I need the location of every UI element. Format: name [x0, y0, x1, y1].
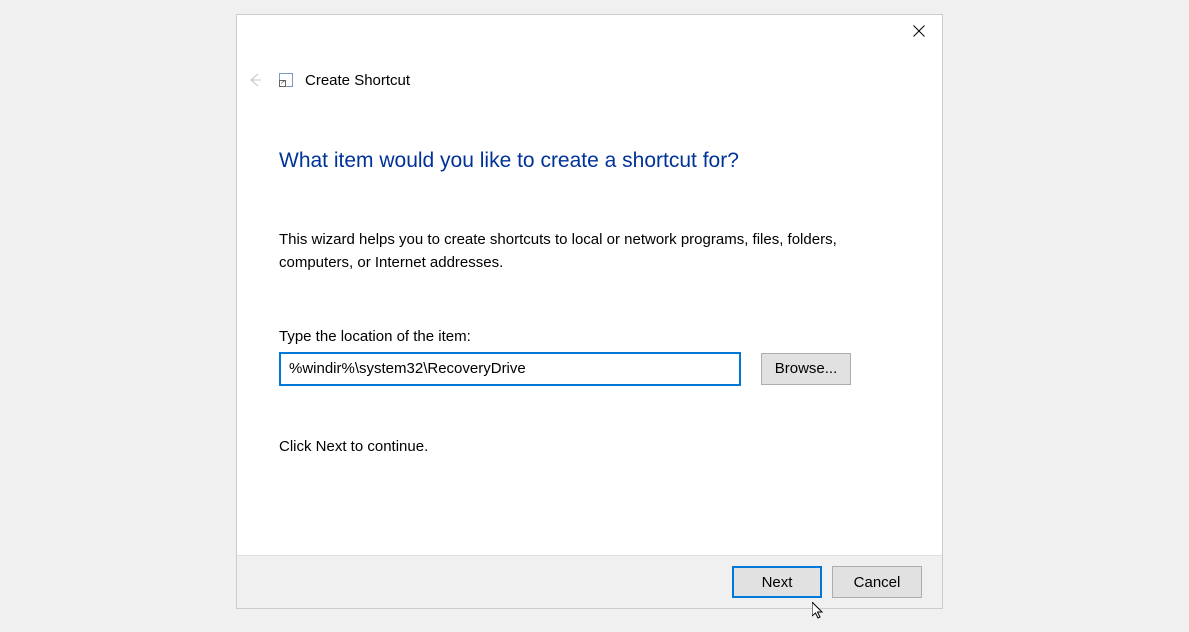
- cancel-button[interactable]: Cancel: [832, 566, 922, 598]
- continue-instruction: Click Next to continue.: [279, 438, 900, 455]
- header-row: ↗ Create Shortcut: [237, 53, 942, 89]
- close-icon: [913, 25, 925, 37]
- next-button[interactable]: Next: [732, 566, 822, 598]
- shortcut-icon: ↗: [277, 71, 295, 89]
- location-label: Type the location of the item:: [279, 328, 900, 345]
- create-shortcut-dialog: ↗ Create Shortcut What item would you li…: [236, 14, 943, 609]
- wizard-heading: What item would you like to create a sho…: [279, 149, 900, 173]
- titlebar: [237, 15, 942, 53]
- wizard-description: This wizard helps you to create shortcut…: [279, 228, 849, 275]
- location-field-row: Browse...: [279, 352, 900, 386]
- back-arrow-icon: [246, 71, 264, 89]
- back-button: [245, 71, 265, 89]
- browse-button[interactable]: Browse...: [761, 353, 851, 385]
- bottom-action-bar: Next Cancel: [237, 555, 942, 608]
- location-input[interactable]: [279, 352, 741, 386]
- dialog-title: Create Shortcut: [305, 72, 410, 89]
- content-area: What item would you like to create a sho…: [237, 89, 942, 555]
- close-button[interactable]: [896, 15, 942, 47]
